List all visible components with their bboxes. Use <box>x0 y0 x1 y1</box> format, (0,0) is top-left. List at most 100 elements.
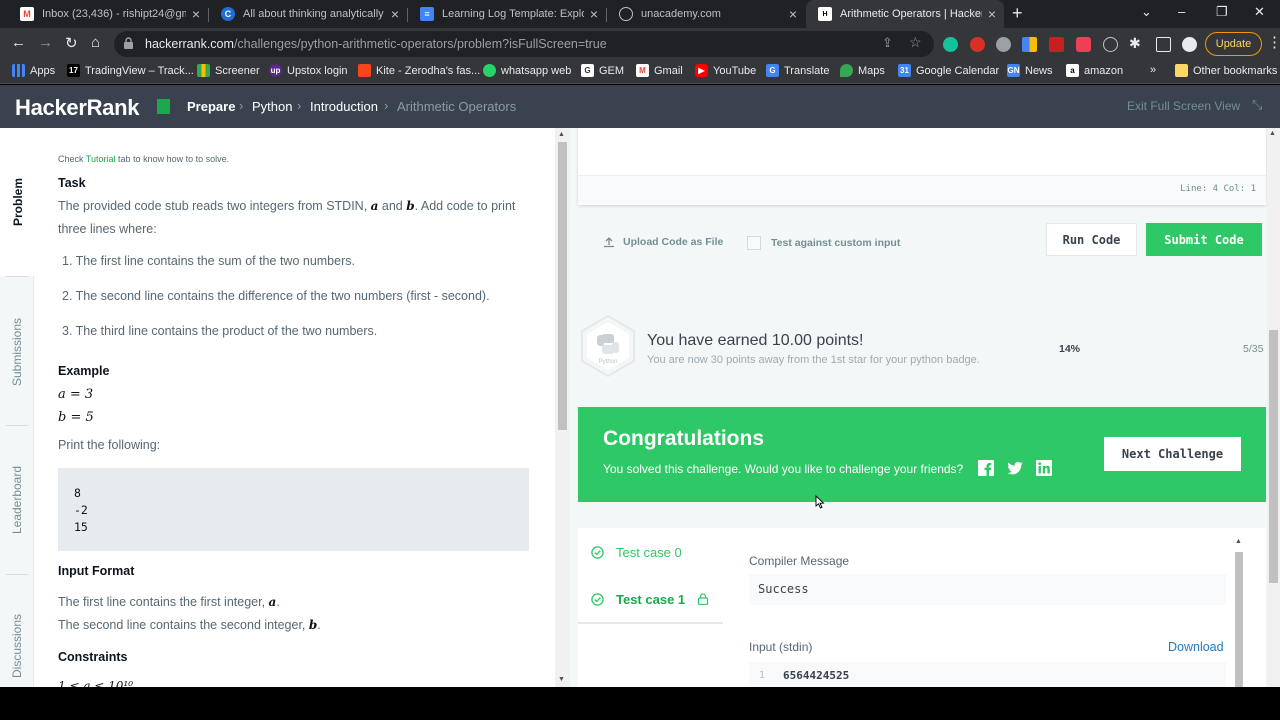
exit-fullscreen-link[interactable]: Exit Full Screen View <box>1127 99 1240 113</box>
close-icon[interactable]: × <box>391 6 399 22</box>
tab-problem[interactable]: Problem <box>0 128 35 276</box>
hackerrank-logo[interactable]: HackerRank <box>15 95 140 121</box>
close-icon[interactable]: × <box>192 6 200 22</box>
tab-label: Inbox (23,436) - rishipt24@gmail <box>42 8 186 20</box>
share-icon[interactable]: ⇪ <box>882 35 893 51</box>
testcase-item-0[interactable]: Test case 0 <box>578 528 723 576</box>
extension-grid-icon[interactable] <box>1022 37 1037 52</box>
breadcrumb-python[interactable]: Python <box>252 99 292 114</box>
window-close-icon[interactable]: ✕ <box>1254 4 1265 20</box>
tab-discussions[interactable]: Discussions <box>0 576 34 687</box>
breadcrumb-current: Arithmetic Operators <box>397 99 517 114</box>
globe-icon[interactable] <box>1103 37 1118 52</box>
linkedin-icon[interactable] <box>1036 460 1052 476</box>
new-tab-icon[interactable]: + <box>1012 3 1023 24</box>
chevron-down-icon[interactable]: ⌄ <box>1141 4 1152 20</box>
grammarly-icon[interactable] <box>943 37 958 52</box>
bookmark-other[interactable]: Other bookmarks <box>1175 64 1277 77</box>
browser-tab-gmail[interactable]: M Inbox (23,436) - rishipt24@gmail × <box>8 0 208 28</box>
browser-tab-coursera[interactable]: C All about thinking analytically | C × <box>209 0 407 28</box>
upload-code-button[interactable]: Upload Code as File <box>603 236 723 248</box>
bookmark-maps[interactable]: Maps <box>840 64 885 77</box>
output-line: -2 <box>74 503 88 517</box>
scroll-thumb[interactable] <box>1235 552 1243 687</box>
bookmark-kite[interactable]: Kite - Zerodha's fas... <box>358 64 480 77</box>
twitter-icon[interactable] <box>1007 460 1023 476</box>
input-format-line-2: The second line contains the second inte… <box>58 618 321 632</box>
browser-tab-docs[interactable]: ≡ Learning Log Template: Explore d × <box>408 0 606 28</box>
calendar-icon: 31 <box>898 64 911 77</box>
scroll-up-icon[interactable]: ▲ <box>1269 130 1276 137</box>
bookmark-apps[interactable]: Apps <box>12 64 55 77</box>
more-bookmarks-icon[interactable]: » <box>1150 64 1156 76</box>
update-button[interactable]: Update <box>1205 32 1262 56</box>
scroll-up-icon[interactable]: ▲ <box>558 131 565 138</box>
bookmark-translate[interactable]: G Translate <box>766 64 829 77</box>
list-item: 3. The third line contains the product o… <box>62 324 378 338</box>
page-scrollbar[interactable]: ▲ <box>1267 128 1280 687</box>
problem-scrollbar[interactable]: ▲ ▼ <box>555 128 570 687</box>
tab-leaderboard[interactable]: Leaderboard <box>0 426 34 574</box>
scroll-thumb[interactable] <box>558 142 567 430</box>
address-bar[interactable]: hackerrank.com/challenges/python-arithme… <box>114 31 934 57</box>
bookmark-amazon[interactable]: a amazon <box>1066 64 1123 77</box>
bookmark-screener[interactable]: Screener <box>197 64 260 77</box>
pocket-icon[interactable] <box>1076 37 1091 52</box>
home-icon[interactable]: ⌂ <box>91 34 100 51</box>
extension-red-icon[interactable] <box>970 37 985 52</box>
custom-input-checkbox[interactable] <box>747 236 761 250</box>
tutorial-link[interactable]: Tutorial <box>86 154 116 164</box>
breadcrumb-prepare[interactable]: Prepare <box>187 99 235 114</box>
tab-submissions[interactable]: Submissions <box>0 278 34 426</box>
facebook-icon[interactable] <box>978 460 994 476</box>
close-icon[interactable]: × <box>789 6 797 22</box>
forward-icon[interactable]: → <box>38 34 53 51</box>
upstox-icon: up <box>269 64 282 77</box>
sample-output-block: 8 -2 15 <box>58 468 529 551</box>
bookmark-calendar[interactable]: 31 Google Calendar <box>898 64 999 77</box>
collapse-icon[interactable]: ⤡ <box>1252 97 1262 113</box>
amazon-icon: a <box>1066 64 1079 77</box>
star-icon[interactable]: ☆ <box>909 34 922 51</box>
restore-icon[interactable]: ❐ <box>1216 4 1228 20</box>
more-menu-icon[interactable]: ⋮ <box>1267 33 1280 51</box>
avatar[interactable] <box>1182 37 1197 52</box>
divider <box>6 574 28 575</box>
bookmark-whatsapp[interactable]: whatsapp web <box>483 64 571 77</box>
bookmark-gmail[interactable]: M Gmail <box>636 64 683 77</box>
results-scrollbar[interactable]: ▲ <box>1234 538 1244 687</box>
download-link[interactable]: Download <box>1168 640 1224 654</box>
breadcrumb-introduction[interactable]: Introduction <box>310 99 378 114</box>
tradingview-icon: 17 <box>67 64 80 77</box>
bookmark-news[interactable]: GN News <box>1007 64 1053 77</box>
testcase-item-1[interactable]: Test case 1 <box>578 576 723 624</box>
check-circle-icon <box>591 592 604 606</box>
back-icon[interactable]: ← <box>11 34 26 51</box>
next-challenge-button[interactable]: Next Challenge <box>1104 437 1241 471</box>
bookmark-tradingview[interactable]: 17 TradingView – Track... <box>67 64 194 77</box>
extension-bolt-icon[interactable] <box>1049 37 1064 52</box>
scroll-down-icon[interactable]: ▼ <box>558 676 565 683</box>
close-icon[interactable]: × <box>590 6 598 22</box>
problem-panel: Problem Submissions Leaderboard Discussi… <box>0 128 570 687</box>
browser-tab-unacademy[interactable]: unacademy.com × <box>607 0 805 28</box>
browser-tab-hackerrank[interactable]: H Arithmetic Operators | HackerRa × <box>806 0 1004 28</box>
reload-icon[interactable]: ↻ <box>65 34 78 52</box>
minimize-icon[interactable]: – <box>1178 4 1185 19</box>
close-icon[interactable]: × <box>988 6 996 22</box>
compiler-message-label: Compiler Message <box>749 554 850 568</box>
browser-toolbar: ← → ↻ ⌂ hackerrank.com/challenges/python… <box>0 28 1280 60</box>
bookmark-youtube[interactable]: ▶ YouTube <box>695 64 756 77</box>
extensions-puzzle-icon[interactable]: ✱ <box>1129 35 1141 52</box>
scroll-thumb[interactable] <box>1269 330 1278 583</box>
bookmark-upstox[interactable]: up Upstox login <box>269 64 348 77</box>
run-code-button[interactable]: Run Code <box>1046 223 1137 256</box>
progress-percent: 14% <box>1059 343 1081 355</box>
code-editor[interactable]: Line: 4 Col: 1 <box>578 128 1266 205</box>
bookmark-gem[interactable]: G GEM <box>581 64 624 77</box>
side-panel-icon[interactable] <box>1156 37 1171 52</box>
upload-icon <box>604 237 614 248</box>
extension-k-icon[interactable] <box>996 37 1011 52</box>
scroll-up-icon[interactable]: ▲ <box>1235 538 1242 545</box>
submit-code-button[interactable]: Submit Code <box>1146 223 1262 256</box>
